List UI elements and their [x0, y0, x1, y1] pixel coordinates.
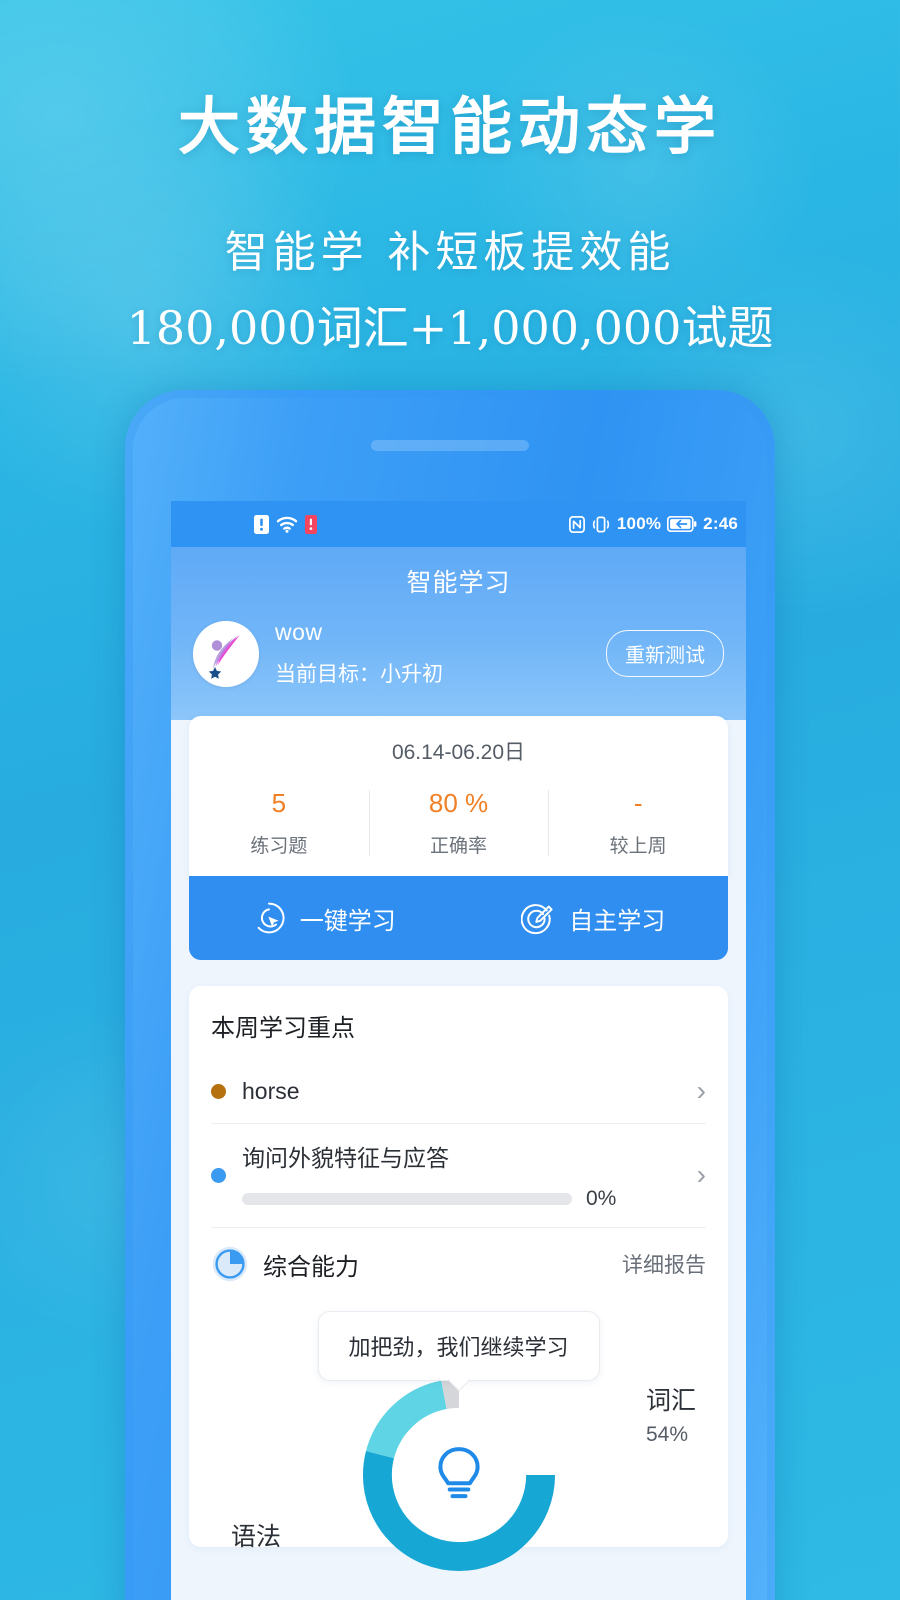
app-header: 智能学习 wow 当前目标：小升初 重新测试 — [171, 547, 746, 720]
bullet-dot-icon — [211, 1167, 226, 1183]
battery-percent-label: 100% — [616, 514, 662, 533]
encouragement-tooltip: 加把劲，我们继续学习 — [317, 1311, 600, 1381]
date-range-label: 06.14-06.20日 — [391, 741, 526, 764]
notification-icon — [304, 514, 317, 534]
list-item-label: horse — [242, 1077, 300, 1104]
detailed-report-link[interactable]: 详细报告 — [622, 1249, 706, 1279]
weekly-stats-card: 06.14-06.20日 5 练习题 80 % 正确率 - 较上周 — [189, 716, 728, 876]
ability-chart: 加把劲，我们继续学习 词汇 54% 语法 — [189, 1297, 728, 1572]
stat-accuracy: 80 % 正确率 — [368, 788, 549, 858]
profile-goal: 当前目标：小升初 — [275, 663, 443, 686]
self-study-button[interactable]: 自主学习 — [459, 901, 729, 936]
action-label: 一键学习 — [299, 907, 396, 935]
stat-label: 较上周 — [609, 836, 667, 857]
profile-section: wow 当前目标：小升初 重新测试 — [171, 619, 746, 706]
chevron-right-icon: › — [696, 1159, 706, 1190]
status-bar: 100% 2:46 — [171, 501, 746, 547]
progress-percent-label: 0% — [586, 1187, 617, 1210]
ability-row[interactable]: 综合能力 详细报告 — [189, 1227, 728, 1297]
page-title: 智能学习 — [406, 569, 511, 597]
pencil-target-icon — [521, 901, 555, 935]
list-item[interactable]: 询问外貌特征与应答 0% › — [189, 1123, 728, 1227]
chart-label-name: 词汇 — [645, 1387, 696, 1415]
list-item-body: horse — [242, 1078, 689, 1105]
donut-chart — [357, 1373, 561, 1577]
list-item-body: 询问外貌特征与应答 0% — [242, 1139, 689, 1211]
profile-text: wow 当前目标：小升初 — [275, 619, 606, 688]
chart-label-vocabulary: 词汇 54% — [646, 1381, 696, 1447]
list-item[interactable]: horse › — [189, 1059, 728, 1123]
hero-title: 大数据智能动态学 — [177, 90, 722, 163]
profile-name: wow — [275, 619, 323, 645]
status-bar-right-icons: 100% 2:46 — [568, 514, 738, 534]
chart-label-grammar: 语法 — [231, 1523, 282, 1551]
avatar[interactable] — [193, 620, 259, 687]
status-bar-left-icons — [253, 514, 317, 534]
nfc-icon — [568, 515, 585, 533]
phone-screen: 100% 2:46 智能学习 wow 当前目标：小升初 重新测试 06.14-0… — [171, 501, 746, 1600]
hero-subtitle-1: 智能学 补短板提效能 — [224, 228, 676, 278]
hero-subtitle-2: 180,000词汇+1,000,000试题 — [126, 301, 774, 355]
stat-value: - — [633, 788, 643, 818]
cursor-target-icon — [252, 901, 286, 935]
retest-button[interactable]: 重新测试 — [606, 630, 724, 677]
phone-mockup: 100% 2:46 智能学习 wow 当前目标：小升初 重新测试 06.14-0… — [125, 390, 775, 1600]
ability-label: 综合能力 — [263, 1253, 359, 1281]
action-label: 自主学习 — [569, 907, 666, 935]
stat-vs-last-week: - 较上周 — [548, 788, 728, 858]
vibrate-icon — [591, 516, 611, 533]
stats-row: 5 练习题 80 % 正确率 - 较上周 — [189, 788, 728, 858]
clock-label: 2:46 — [703, 514, 738, 533]
one-click-study-button[interactable]: 一键学习 — [189, 901, 459, 936]
progress-bar — [242, 1193, 572, 1205]
progress-line: 0% — [242, 1187, 689, 1211]
chevron-right-icon: › — [696, 1075, 706, 1106]
stat-value: 80 % — [428, 788, 489, 818]
weekly-focus-card: 本周学习重点 horse › 询问外貌特征与应答 0% › 综合能力 详细报告 … — [189, 986, 728, 1572]
pie-chart-icon — [211, 1245, 249, 1283]
focus-card-title: 本周学习重点 — [211, 1015, 355, 1042]
phone-speaker — [371, 440, 529, 451]
stat-label: 正确率 — [430, 836, 488, 857]
stats-card-wrapper: 06.14-06.20日 5 练习题 80 % 正确率 - 较上周 一键学习 自… — [171, 716, 746, 960]
hero-banner: 大数据智能动态学 智能学 补短板提效能 180,000词汇+1,000,000试… — [0, 0, 900, 358]
stat-practice: 5 练习题 — [189, 788, 369, 858]
bullet-dot-icon — [211, 1083, 226, 1099]
chart-label-percent: 54% — [645, 1423, 689, 1446]
list-item-label: 询问外貌特征与应答 — [242, 1145, 449, 1171]
lightbulb-icon — [437, 1447, 480, 1499]
stat-value: 5 — [271, 788, 287, 818]
stat-label: 练习题 — [250, 836, 308, 857]
wifi-icon — [276, 515, 298, 533]
battery-charging-icon — [667, 516, 697, 532]
phone-bezel: 100% 2:46 智能学习 wow 当前目标：小升初 重新测试 06.14-0… — [133, 398, 767, 1600]
sim-alert-icon — [253, 514, 269, 534]
action-bar: 一键学习 自主学习 — [189, 876, 728, 960]
